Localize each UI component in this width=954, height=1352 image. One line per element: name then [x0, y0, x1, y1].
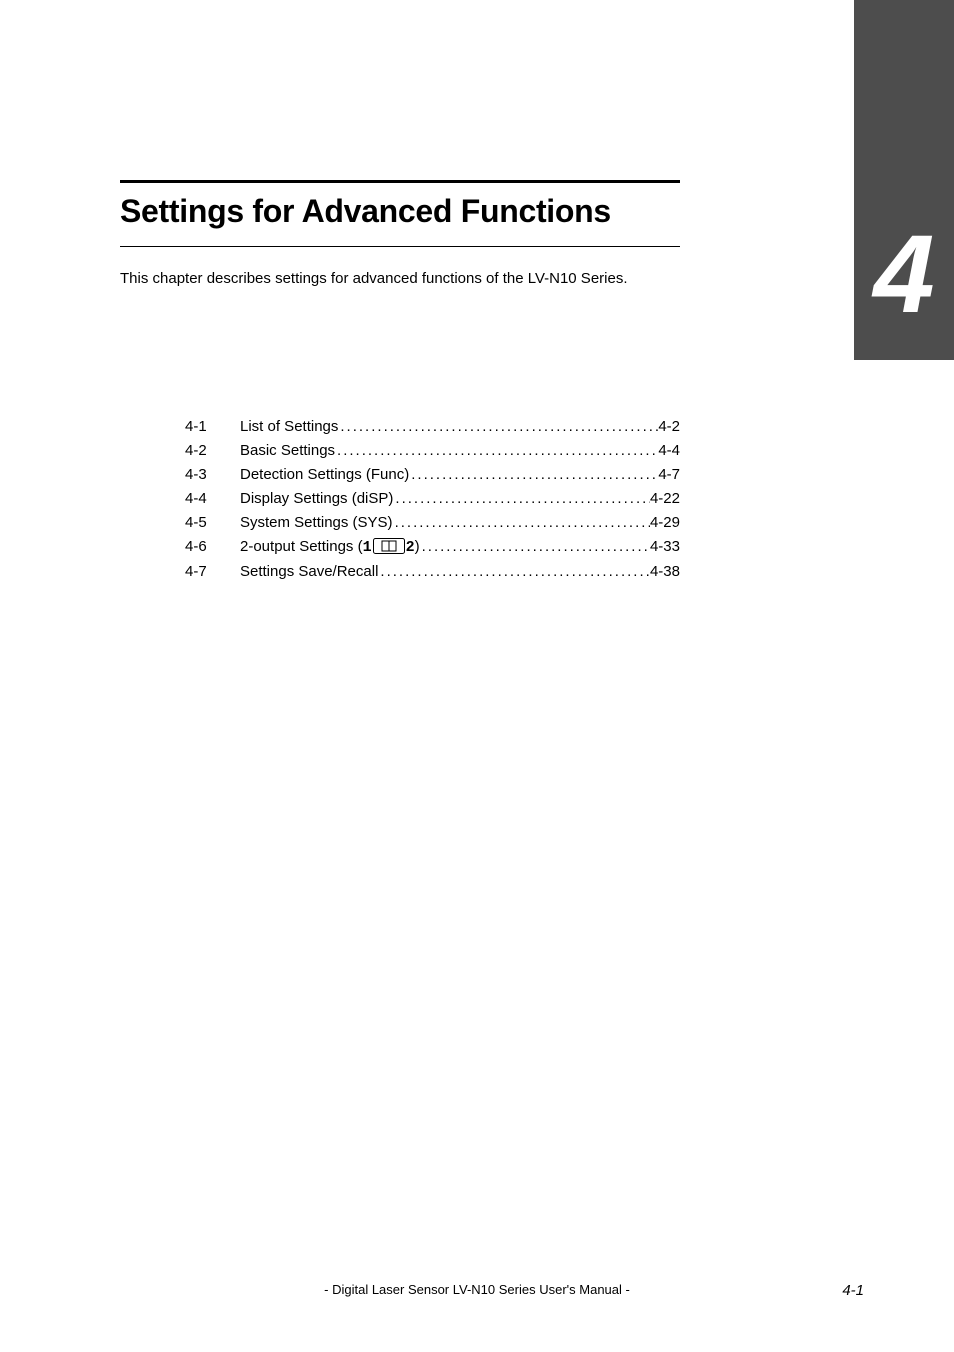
- page-footer: - Digital Laser Sensor LV-N10 Series Use…: [0, 1282, 954, 1297]
- toc-leader-dots: [393, 511, 650, 535]
- toc-leader-dots: [378, 560, 650, 584]
- toc-row: 4-3 Detection Settings (Func) 4-7: [185, 463, 680, 487]
- toc-section-label: System Settings (SYS): [240, 511, 393, 535]
- toc-page-number: 4-4: [658, 439, 680, 463]
- two-output-icon: [373, 538, 405, 554]
- rule-bottom: [120, 246, 680, 247]
- toc-section-number: 4-6: [185, 535, 240, 559]
- toc-leader-dots: [338, 415, 658, 439]
- toc-section-label: Basic Settings: [240, 439, 335, 463]
- chapter-header-block: Settings for Advanced Functions This cha…: [120, 180, 680, 289]
- toc-section-label: List of Settings: [240, 415, 338, 439]
- toc-section-number: 4-3: [185, 463, 240, 487]
- toc-row: 4-7 Settings Save/Recall 4-38: [185, 560, 680, 584]
- toc-row: 4-2 Basic Settings 4-4: [185, 439, 680, 463]
- toc-label-pre: 2-output Settings (: [240, 538, 363, 555]
- chapter-title: Settings for Advanced Functions: [120, 193, 680, 230]
- toc-section-label: Settings Save/Recall: [240, 560, 378, 584]
- toc-label-1: 1: [363, 539, 372, 556]
- toc-leader-dots: [409, 463, 658, 487]
- toc-section-label: Display Settings (diSP): [240, 487, 393, 511]
- toc-leader-dots: [335, 439, 658, 463]
- toc-section-number: 4-4: [185, 487, 240, 511]
- rule-top: [120, 180, 680, 183]
- toc-leader-dots: [393, 487, 650, 511]
- footer-manual-title: - Digital Laser Sensor LV-N10 Series Use…: [324, 1282, 630, 1297]
- toc-row: 4-4 Display Settings (diSP) 4-22: [185, 487, 680, 511]
- toc-page-number: 4-22: [650, 487, 680, 511]
- chapter-number: 4: [873, 220, 934, 330]
- toc-page-number: 4-38: [650, 560, 680, 584]
- toc-leader-dots: [420, 535, 650, 559]
- footer-page-number: 4-1: [842, 1282, 864, 1299]
- chapter-intro: This chapter describes settings for adva…: [120, 269, 680, 289]
- toc-row: 4-1 List of Settings 4-2: [185, 415, 680, 439]
- toc-row: 4-5 System Settings (SYS) 4-29: [185, 511, 680, 535]
- toc-row: 4-6 2-output Settings (12) 4-33: [185, 535, 680, 560]
- toc-label-2: 2: [406, 539, 415, 556]
- toc-section-number: 4-1: [185, 415, 240, 439]
- toc-page-number: 4-29: [650, 511, 680, 535]
- toc-page-number: 4-7: [658, 463, 680, 487]
- toc-page-number: 4-2: [658, 415, 680, 439]
- toc-page-number: 4-33: [650, 535, 680, 559]
- table-of-contents: 4-1 List of Settings 4-2 4-2 Basic Setti…: [185, 415, 680, 584]
- toc-section-number: 4-7: [185, 560, 240, 584]
- toc-section-label: 2-output Settings (12): [240, 535, 420, 560]
- page-root: 4 Settings for Advanced Functions This c…: [0, 0, 954, 1352]
- toc-section-label: Detection Settings (Func): [240, 463, 409, 487]
- chapter-side-tab: 4: [854, 0, 954, 360]
- toc-section-number: 4-5: [185, 511, 240, 535]
- toc-section-number: 4-2: [185, 439, 240, 463]
